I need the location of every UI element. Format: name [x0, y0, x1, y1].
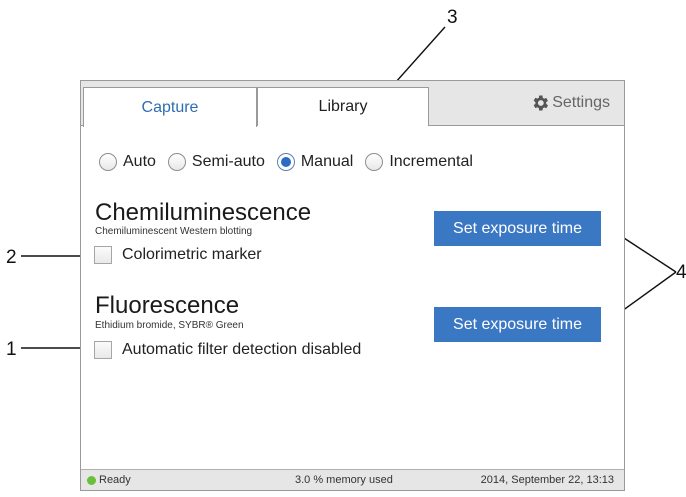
filter-detection-label: Automatic filter detection disabled	[122, 341, 362, 358]
chemi-subtitle: Chemiluminescent Western blotting	[95, 226, 253, 237]
callout-number-1: 1	[6, 339, 17, 360]
colorimetric-marker-label: Colorimetric marker	[122, 246, 262, 263]
filter-detection-option[interactable]: Automatic filter detection disabled	[94, 341, 361, 359]
tab-capture[interactable]: Capture	[83, 87, 257, 127]
radio-auto[interactable]: Auto	[99, 153, 156, 171]
tab-bar: Capture Library Settings	[81, 81, 624, 127]
callout-number-3: 3	[447, 7, 458, 28]
status-ready: Ready	[87, 474, 131, 486]
date-time: 2014, September 22, 13:13	[480, 474, 614, 486]
fluor-set-exposure-button[interactable]: Set exposure time	[434, 307, 601, 342]
status-text: Ready	[99, 474, 131, 486]
radio-manual[interactable]: Manual	[276, 153, 354, 171]
status-bar: Ready 3.0 % memory used 2014, September …	[81, 469, 624, 490]
radio-circle	[365, 153, 384, 171]
radio-semi-auto[interactable]: Semi-auto	[167, 153, 265, 171]
capture-window: Capture Library Settings Auto Semi-auto …	[80, 80, 625, 491]
radio-circle	[99, 153, 117, 171]
filter-detection-checkbox[interactable]	[94, 341, 112, 359]
settings-button[interactable]: Settings	[530, 93, 610, 113]
radio-label: Auto	[123, 153, 156, 170]
radio-circle-selected	[276, 153, 295, 171]
radio-label: Manual	[300, 153, 354, 170]
status-led-icon	[87, 475, 96, 485]
radio-label: Semi-auto	[191, 153, 265, 170]
fluor-title: Fluorescence	[95, 292, 240, 319]
settings-label: Settings	[552, 94, 610, 111]
radio-circle	[167, 153, 186, 171]
callout-number-2: 2	[6, 247, 17, 268]
chemi-title: Chemiluminescence	[95, 199, 312, 226]
chemi-set-exposure-button[interactable]: Set exposure time	[434, 211, 601, 246]
capture-mode-group: Auto Semi-auto Manual Incremental	[99, 153, 485, 171]
tab-library[interactable]: Library	[257, 87, 429, 126]
memory-usage: 3.0 % memory used	[295, 474, 393, 486]
colorimetric-marker-option[interactable]: Colorimetric marker	[94, 246, 262, 264]
gear-icon	[533, 95, 549, 111]
colorimetric-marker-checkbox[interactable]	[94, 246, 112, 264]
radio-incremental[interactable]: Incremental	[365, 153, 473, 171]
callout-number-4: 4	[676, 262, 686, 283]
radio-label: Incremental	[389, 153, 473, 170]
fluor-subtitle: Ethidium bromide, SYBR® Green	[95, 320, 244, 331]
